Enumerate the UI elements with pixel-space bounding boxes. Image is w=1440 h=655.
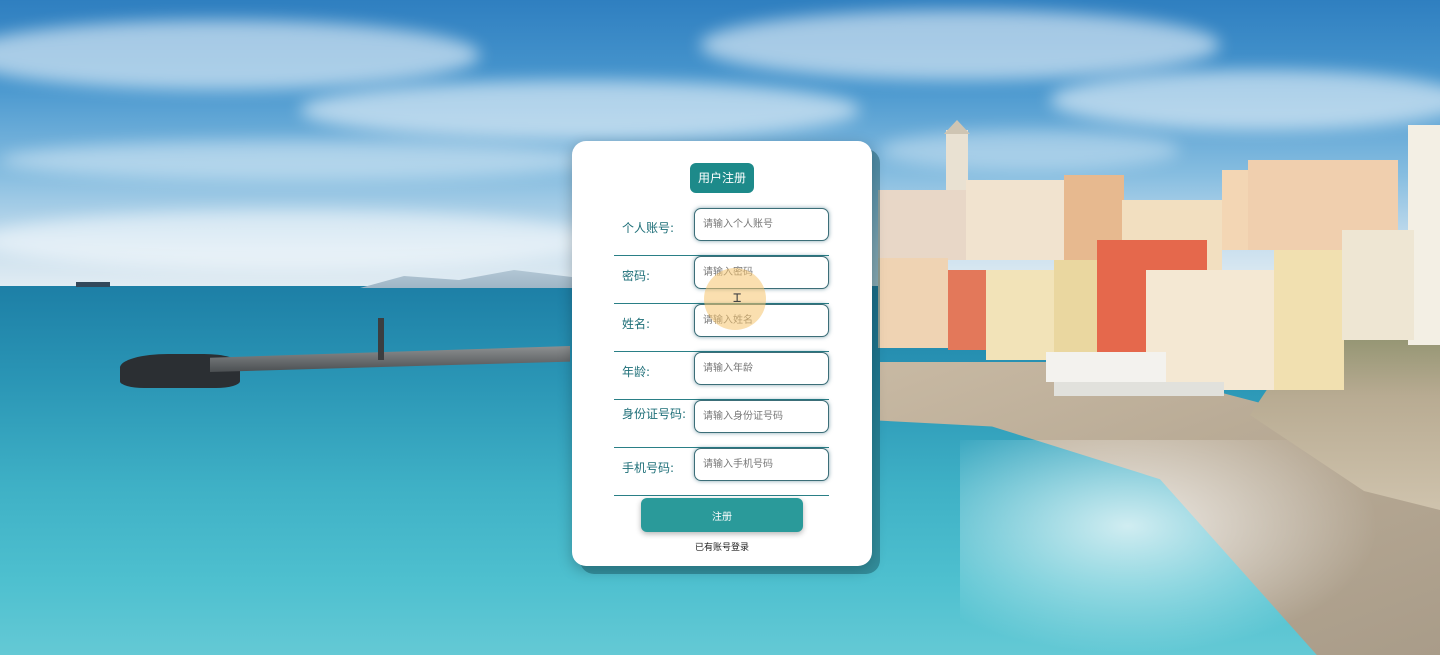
account-input[interactable] [694, 208, 829, 241]
building [1054, 260, 1099, 360]
field-row-password: 密码: [614, 256, 829, 304]
age-input[interactable] [694, 352, 829, 385]
building [1342, 230, 1414, 340]
id-number-label: 身份证号码: [622, 407, 687, 421]
field-row-phone: 手机号码: [614, 448, 829, 496]
pier-deck [210, 346, 570, 372]
field-row-name: 姓名: [614, 304, 829, 352]
register-button[interactable]: 注册 [641, 498, 803, 532]
name-input[interactable] [694, 304, 829, 337]
account-label: 个人账号: [622, 221, 675, 235]
building [948, 270, 988, 350]
cloud [0, 210, 600, 270]
tower-roof [944, 120, 970, 134]
phone-label: 手机号码: [622, 461, 675, 475]
wave-foam [960, 440, 1380, 655]
cloud [700, 10, 1220, 80]
name-label: 姓名: [622, 317, 651, 331]
cloud [0, 140, 600, 180]
beach-deck [1054, 382, 1224, 396]
cloud [300, 80, 860, 140]
login-link[interactable]: 已有账号登录 [572, 540, 872, 553]
id-number-input[interactable] [694, 400, 829, 433]
form-title: 用户注册 [690, 163, 755, 193]
pier [120, 318, 570, 390]
field-row-id-number: 身份证号码: [614, 400, 829, 448]
town [878, 120, 1440, 450]
register-card: 用户注册 个人账号: 密码: 姓名: 年龄: 身份证号码: 手机号码: 注册 已… [572, 141, 872, 566]
building [986, 270, 1056, 360]
password-label: 密码: [622, 269, 651, 283]
password-input[interactable] [694, 256, 829, 289]
building [966, 180, 1066, 260]
field-row-account: 个人账号: [614, 208, 829, 256]
pier-post [378, 318, 384, 360]
field-row-age: 年龄: [614, 352, 829, 400]
text-cursor-icon: ⌶ [733, 290, 742, 306]
ship [76, 282, 110, 287]
building [878, 190, 968, 260]
age-label: 年龄: [622, 365, 651, 379]
beach-house [1046, 352, 1166, 382]
building [1274, 250, 1344, 390]
phone-input[interactable] [694, 448, 829, 481]
building [878, 258, 948, 348]
